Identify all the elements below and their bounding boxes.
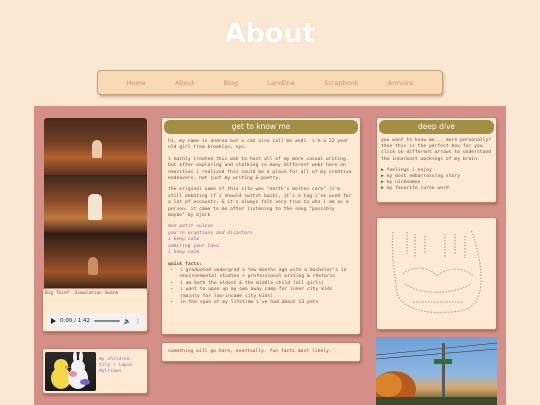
site-name-text: the original name of this site was "eart… [168, 187, 352, 219]
deep-dive-header: deep dive [379, 120, 494, 134]
volume-icon[interactable]: 🔈 [124, 318, 131, 325]
get-to-know-me-body: hi, my name is andrea but u can also cal… [162, 134, 360, 311]
fact-item: in the span of my lifetime i've had abou… [180, 300, 354, 306]
page-title: About [224, 18, 316, 49]
fact-item: i want to open up my own away camp for i… [180, 287, 354, 300]
nav-item-armoire[interactable]: Armoire [388, 79, 414, 87]
plush-caption-line: #plrimen [99, 369, 122, 374]
more-options-icon[interactable]: ⋮ [135, 318, 141, 325]
deep-dive-body: you want to know me... more personally? … [377, 134, 496, 197]
audio-player[interactable]: 0:00 / 1:42 🔈 ⋮ [47, 313, 145, 329]
lyrics-block: mon petit vulcan you're eruptions and di… [168, 224, 354, 256]
street-sign-photo [376, 337, 497, 405]
lyric-line: you're eruptions and disasters [168, 230, 253, 236]
audio-progress-bar[interactable] [94, 320, 120, 322]
purpose-text: i mainly created this web to host all of… [168, 156, 352, 182]
photo-girl-sitting-steps [44, 118, 147, 175]
photo-strip [44, 118, 147, 290]
ascii-art-drawing [391, 229, 482, 314]
get-to-know-me-card: get to know me hi, my name is andrea but… [161, 117, 361, 335]
quick-facts-list: i graduated undergrad a few months ago w… [168, 268, 354, 306]
lyric-line: i keep calm [168, 250, 200, 256]
figure-silhouette [88, 194, 102, 220]
figure-silhouette [88, 257, 98, 275]
get-to-know-me-header: get to know me [164, 120, 358, 134]
nav-item-home[interactable]: Home [127, 79, 146, 87]
deep-dive-card: deep dive you want to know me... more pe… [376, 117, 497, 203]
plush-card: my children: tily + lapin #plrimen [42, 348, 148, 394]
fact-item: i graduated undergrad a few months ago w… [180, 268, 354, 281]
nav-item-landline[interactable]: Landline [267, 79, 295, 87]
audio-caption: Big Thief- Simulation Swarm [45, 291, 119, 296]
lyric-line: admiring your lava [168, 243, 219, 249]
audio-card: Big Thief- Simulation Swarm 0:00 / 1:42 … [42, 288, 148, 332]
nav-item-scrapbook[interactable]: Scrapbook [324, 79, 358, 87]
intro-text: hi, my name is andrea but u can also cal… [168, 139, 349, 151]
ascii-art-card [376, 217, 497, 330]
nav-item-blog[interactable]: Blog [224, 79, 238, 87]
plush-photo [45, 352, 96, 391]
photo-girl-standing [44, 175, 147, 232]
figure-silhouette [92, 140, 102, 158]
plush-caption: my children: tily + lapin #plrimen [99, 357, 132, 375]
deep-dive-link-curse-word[interactable]: ▶ my favorite curse word [381, 186, 492, 192]
nav-item-about[interactable]: About [175, 79, 194, 87]
fun-facts-note-card: something will go here, eventually. fun … [161, 342, 361, 362]
note-text: something will go here, eventually. fun … [168, 349, 332, 354]
deep-dive-intro: you want to know me... more personally? … [381, 138, 492, 162]
lyric-line: mon petit vulcan [168, 224, 214, 230]
photo-girl-crouching [44, 232, 147, 289]
play-icon[interactable] [51, 318, 56, 324]
main-nav: Home About Blog Landline Scrapbook Armoi… [97, 70, 443, 95]
audio-time: 0:00 / 1:42 [60, 318, 91, 324]
lyric-line: i keep calm [168, 237, 200, 243]
